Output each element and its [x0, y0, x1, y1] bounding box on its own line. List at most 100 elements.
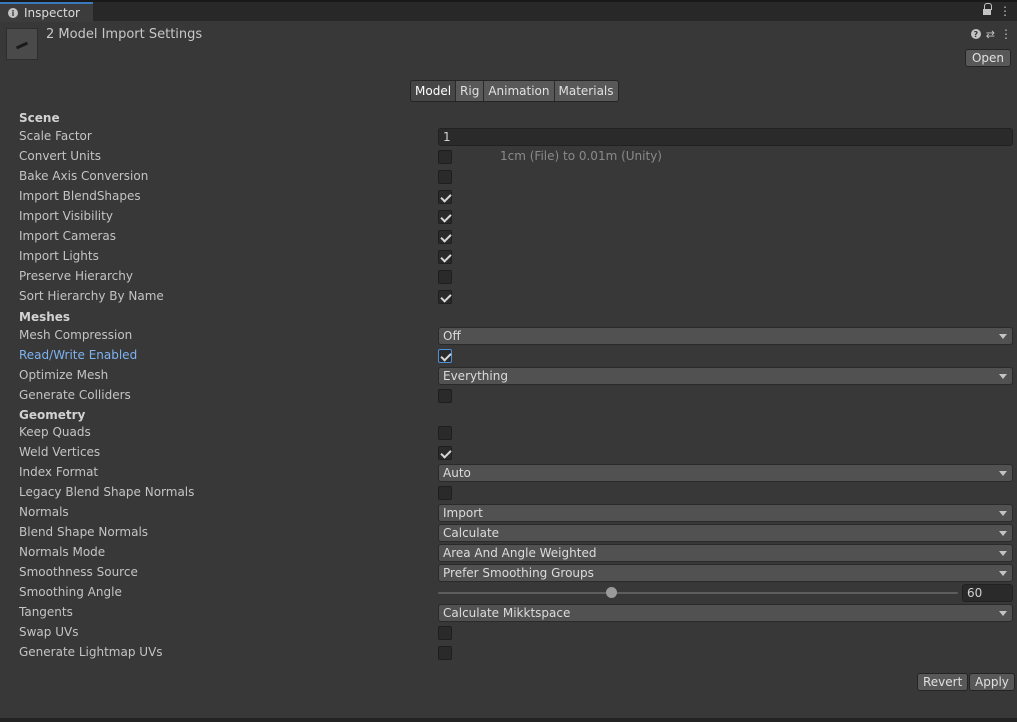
- chevron-down-icon: [999, 511, 1007, 516]
- row-normals-mode: Normals Mode Area And Angle Weighted: [0, 543, 1017, 563]
- optimize-mesh-label: Optimize Mesh: [19, 368, 109, 382]
- smoothing-angle-label: Smoothing Angle: [19, 585, 122, 599]
- keep-quads-checkbox[interactable]: [438, 426, 452, 440]
- sort-hierarchy-checkbox[interactable]: [438, 290, 452, 304]
- smoothing-angle-input[interactable]: 60: [962, 584, 1013, 602]
- header-title: 2 Model Import Settings: [46, 27, 203, 42]
- open-button[interactable]: Open: [964, 49, 1011, 67]
- weld-vertices-checkbox[interactable]: [438, 446, 452, 460]
- normals-mode-value: Area And Angle Weighted: [443, 546, 597, 560]
- tab-model[interactable]: Model: [411, 81, 457, 101]
- header-kebab-icon[interactable]: ⋮: [1000, 27, 1012, 41]
- presets-icon[interactable]: ⇄: [986, 28, 995, 41]
- inspector-tab-label: Inspector: [24, 6, 80, 20]
- row-weld-vertices: Weld Vertices: [0, 443, 1017, 463]
- keep-quads-label: Keep Quads: [19, 425, 91, 439]
- read-write-label: Read/Write Enabled: [19, 348, 138, 362]
- optimize-mesh-dropdown[interactable]: Everything: [438, 367, 1013, 385]
- bottom-divider: [0, 718, 1017, 722]
- normals-dropdown[interactable]: Import: [438, 504, 1013, 522]
- row-keep-quads: Keep Quads: [0, 423, 1017, 443]
- chevron-down-icon: [999, 471, 1007, 476]
- bake-axis-checkbox[interactable]: [438, 170, 452, 184]
- chevron-down-icon: [999, 611, 1007, 616]
- swap-uvs-checkbox[interactable]: [438, 626, 452, 640]
- inspector-tab[interactable]: i Inspector: [0, 2, 93, 22]
- help-icon[interactable]: ?: [970, 29, 981, 39]
- row-mesh-compression: Mesh Compression Off: [0, 326, 1017, 346]
- bake-axis-label: Bake Axis Conversion: [19, 169, 149, 183]
- import-lights-label: Import Lights: [19, 249, 99, 263]
- tab-materials[interactable]: Materials: [554, 81, 618, 101]
- read-write-checkbox[interactable]: [438, 349, 452, 363]
- index-format-label: Index Format: [19, 465, 99, 479]
- row-normals: Normals Import: [0, 503, 1017, 523]
- optimize-mesh-value: Everything: [443, 369, 508, 383]
- tangents-dropdown[interactable]: Calculate Mikktspace: [438, 604, 1013, 622]
- chevron-down-icon: [999, 551, 1007, 556]
- smoothness-source-value: Prefer Smoothing Groups: [443, 566, 594, 580]
- lock-icon[interactable]: [983, 3, 992, 16]
- normals-mode-dropdown[interactable]: Area And Angle Weighted: [438, 544, 1013, 562]
- section-scene: Scene: [19, 111, 60, 125]
- index-format-dropdown[interactable]: Auto: [438, 464, 1013, 482]
- tangents-label: Tangents: [19, 605, 73, 619]
- row-blend-shape-normals: Blend Shape Normals Calculate: [0, 523, 1017, 543]
- normals-mode-label: Normals Mode: [19, 545, 106, 559]
- preserve-hierarchy-label: Preserve Hierarchy: [19, 269, 133, 283]
- blend-shape-normals-dropdown[interactable]: Calculate: [438, 524, 1013, 542]
- index-format-value: Auto: [443, 466, 471, 480]
- row-index-format: Index Format Auto: [0, 463, 1017, 483]
- generate-colliders-checkbox[interactable]: [438, 389, 452, 403]
- chevron-down-icon: [999, 374, 1007, 379]
- row-generate-lightmap-uvs: Generate Lightmap UVs: [0, 643, 1017, 663]
- smoothing-angle-slider[interactable]: [438, 592, 958, 594]
- row-import-lights: Import Lights: [0, 247, 1017, 267]
- row-read-write: Read/Write Enabled: [0, 346, 1017, 366]
- blend-shape-normals-value: Calculate: [443, 526, 500, 540]
- row-swap-uvs: Swap UVs: [0, 623, 1017, 643]
- smoothness-source-dropdown[interactable]: Prefer Smoothing Groups: [438, 564, 1013, 582]
- row-bake-axis: Bake Axis Conversion: [0, 167, 1017, 187]
- legacy-blend-shape-normals-label: Legacy Blend Shape Normals: [19, 485, 195, 499]
- tab-animation[interactable]: Animation: [484, 81, 555, 101]
- row-sort-hierarchy: Sort Hierarchy By Name: [0, 287, 1017, 307]
- tangents-value: Calculate Mikktspace: [443, 606, 571, 620]
- scale-factor-input[interactable]: 1: [438, 128, 1013, 146]
- scale-factor-label: Scale Factor: [19, 129, 92, 143]
- chevron-down-icon: [999, 531, 1007, 536]
- revert-button[interactable]: Revert: [917, 673, 969, 691]
- convert-units-note: 1cm (File) to 0.01m (Unity): [500, 149, 662, 163]
- convert-units-checkbox[interactable]: [438, 150, 452, 164]
- row-import-visibility: Import Visibility: [0, 207, 1017, 227]
- sort-hierarchy-label: Sort Hierarchy By Name: [19, 289, 164, 303]
- legacy-blend-shape-normals-checkbox[interactable]: [438, 486, 452, 500]
- mesh-compression-label: Mesh Compression: [19, 328, 133, 342]
- mesh-compression-dropdown[interactable]: Off: [438, 327, 1013, 345]
- chevron-down-icon: [999, 334, 1007, 339]
- section-meshes: Meshes: [19, 310, 71, 324]
- kebab-menu-icon[interactable]: ⋮: [999, 4, 1011, 18]
- row-legacy-blend-shape-normals: Legacy Blend Shape Normals: [0, 483, 1017, 503]
- import-visibility-checkbox[interactable]: [438, 210, 452, 224]
- import-blendshapes-checkbox[interactable]: [438, 190, 452, 204]
- row-convert-units: Convert Units 1cm (File) to 0.01m (Unity…: [0, 147, 1017, 167]
- row-optimize-mesh: Optimize Mesh Everything: [0, 366, 1017, 386]
- generate-lightmap-uvs-label: Generate Lightmap UVs: [19, 645, 163, 659]
- import-cameras-checkbox[interactable]: [438, 230, 452, 244]
- generate-lightmap-uvs-checkbox[interactable]: [438, 646, 452, 660]
- row-tangents: Tangents Calculate Mikktspace: [0, 603, 1017, 623]
- import-visibility-label: Import Visibility: [19, 209, 113, 223]
- preserve-hierarchy-checkbox[interactable]: [438, 270, 452, 284]
- row-generate-colliders: Generate Colliders: [0, 386, 1017, 406]
- row-smoothing-angle: Smoothing Angle 60: [0, 583, 1017, 603]
- row-smoothness-source: Smoothness Source Prefer Smoothing Group…: [0, 563, 1017, 583]
- tab-rig[interactable]: Rig: [456, 81, 485, 101]
- window-tab-bar: i Inspector ⋮: [0, 0, 1017, 22]
- normals-label: Normals: [19, 505, 69, 519]
- apply-button[interactable]: Apply: [969, 673, 1015, 691]
- import-tabs: Model Rig Animation Materials: [410, 80, 619, 102]
- smoothing-angle-slider-thumb[interactable]: [605, 587, 617, 598]
- blend-shape-normals-label: Blend Shape Normals: [19, 525, 149, 539]
- import-lights-checkbox[interactable]: [438, 250, 452, 264]
